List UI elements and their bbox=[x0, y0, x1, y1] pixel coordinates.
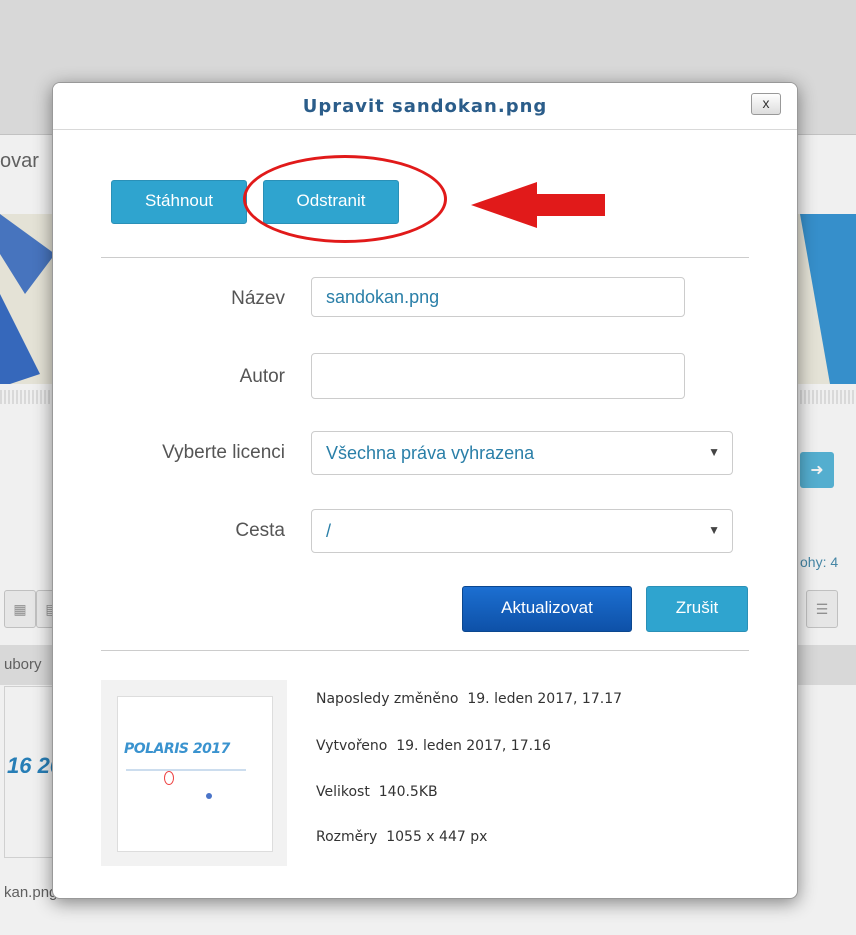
name-field[interactable]: sandokan.png bbox=[311, 277, 685, 317]
license-label: Vyberte licenci bbox=[162, 442, 285, 463]
close-icon[interactable]: x bbox=[751, 93, 781, 115]
dialog-header: Upravit sandokan.png x bbox=[53, 83, 797, 130]
name-label: Název bbox=[231, 288, 285, 309]
created-info: Vytvořeno 19. leden 2017, 17.16 bbox=[316, 738, 551, 754]
edit-file-dialog: Upravit sandokan.png x Stáhnout Odstrani… bbox=[52, 82, 798, 899]
author-label: Autor bbox=[239, 366, 285, 387]
thumbnail-line bbox=[126, 769, 246, 771]
dimensions-info: Rozměry 1055 x 447 px bbox=[316, 829, 488, 845]
thumbnail-dot bbox=[206, 793, 212, 799]
divider bbox=[101, 650, 749, 651]
thumbnail-logo-text: POLARIS 2017 bbox=[124, 741, 230, 757]
license-select[interactable]: Všechna práva vyhrazena ▼ bbox=[311, 431, 733, 475]
red-arrow-icon bbox=[471, 182, 605, 228]
size-info: Velikost 140.5KB bbox=[316, 784, 438, 800]
caret-down-icon: ▼ bbox=[708, 523, 720, 537]
author-field[interactable] bbox=[311, 353, 685, 399]
dialog-title: Upravit sandokan.png bbox=[302, 95, 548, 117]
path-label: Cesta bbox=[235, 520, 285, 541]
file-thumbnail: POLARIS 2017 bbox=[101, 680, 287, 866]
update-button[interactable]: Aktualizovat bbox=[462, 586, 632, 632]
caret-down-icon: ▼ bbox=[708, 445, 720, 459]
cancel-button[interactable]: Zrušit bbox=[646, 586, 748, 632]
annotation-ellipse bbox=[243, 155, 447, 243]
divider bbox=[101, 257, 749, 258]
path-select[interactable]: / ▼ bbox=[311, 509, 733, 553]
modified-info: Naposledy změněno 19. leden 2017, 17.17 bbox=[316, 691, 623, 707]
download-button[interactable]: Stáhnout bbox=[111, 180, 247, 224]
thumbnail-marker bbox=[164, 771, 174, 785]
thumbnail-image: POLARIS 2017 bbox=[117, 696, 273, 852]
